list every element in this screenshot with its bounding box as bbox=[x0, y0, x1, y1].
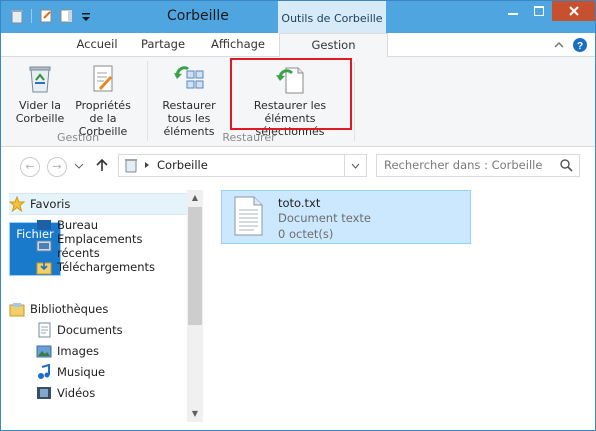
back-button[interactable]: ← bbox=[20, 157, 40, 177]
restore-all-icon bbox=[174, 66, 204, 89]
breadcrumb-location[interactable]: Corbeille bbox=[157, 158, 208, 172]
tab-manage[interactable]: Gestion bbox=[279, 33, 388, 58]
nav-item-recent[interactable]: Emplacements récents bbox=[36, 232, 187, 260]
explorer-window: Corbeille Outils de Corbeille Fichier Ac… bbox=[0, 0, 596, 431]
file-item[interactable]: toto.txt Document texte 0 octet(s) bbox=[221, 190, 471, 244]
recycle-bin-small-icon[interactable] bbox=[9, 8, 25, 24]
navigation-scrollbar[interactable]: ▲ ▼ bbox=[187, 190, 203, 422]
forward-button[interactable]: → bbox=[47, 157, 67, 177]
bin-properties-button[interactable]: Propriétés de la Corbeille bbox=[67, 63, 139, 138]
breadcrumb-chevron-icon[interactable] bbox=[144, 161, 150, 169]
search-input[interactable]: Rechercher dans : Corbeille bbox=[384, 158, 542, 172]
minimize-button[interactable] bbox=[500, 1, 526, 21]
text-file-icon bbox=[234, 196, 263, 236]
star-icon bbox=[8, 195, 26, 213]
chevron-down-icon bbox=[351, 163, 360, 169]
nav-item-documents[interactable]: Documents bbox=[36, 320, 187, 340]
restore-all-button[interactable]: Restaurer tous les éléments bbox=[149, 63, 229, 138]
ribbon: Vider la Corbeille Propriétés de la Corb… bbox=[1, 57, 595, 147]
libraries-icon bbox=[9, 301, 25, 317]
up-arrow-icon[interactable] bbox=[95, 158, 109, 172]
qat-separator bbox=[31, 9, 32, 23]
nav-label: Emplacements récents bbox=[57, 232, 143, 260]
scrollbar-thumb[interactable] bbox=[188, 207, 202, 325]
ribbon-tabs: Fichier Accueil Partage Affichage Gestio… bbox=[1, 33, 595, 276]
tab-share[interactable]: Partage bbox=[133, 33, 193, 56]
pictures-icon bbox=[36, 343, 52, 359]
nav-item-downloads[interactable]: Téléchargements bbox=[36, 257, 187, 277]
maximize-button[interactable] bbox=[526, 1, 552, 21]
documents-icon bbox=[36, 322, 52, 338]
file-type: Document texte bbox=[278, 211, 372, 225]
nav-label: Bibliothèques bbox=[30, 302, 109, 316]
customize-qat-icon[interactable] bbox=[80, 8, 92, 24]
contextual-tab-title: Outils de Corbeille bbox=[278, 1, 386, 33]
nav-item-videos[interactable]: Vidéos bbox=[36, 383, 187, 403]
quick-access-toolbar bbox=[9, 8, 92, 24]
empty-bin-label: Vider la Corbeille bbox=[15, 99, 65, 125]
properties-small-icon[interactable] bbox=[38, 8, 54, 24]
file-name: toto.txt bbox=[278, 196, 321, 210]
maximize-icon bbox=[534, 6, 544, 16]
group-separator bbox=[354, 61, 355, 141]
close-icon bbox=[568, 6, 579, 16]
search-icon[interactable] bbox=[560, 159, 573, 172]
nav-item-libraries[interactable]: Bibliothèques bbox=[9, 299, 187, 319]
window-controls bbox=[500, 1, 595, 21]
navigation-bar: ← → Corbeille Rechercher dans : Corbeill… bbox=[1, 147, 595, 183]
tab-view[interactable]: Affichage bbox=[201, 33, 275, 56]
scroll-down-arrow-icon[interactable]: ▼ bbox=[187, 406, 203, 422]
group-label-restore: Restaurer bbox=[222, 131, 276, 144]
scroll-up-arrow-icon[interactable]: ▲ bbox=[187, 190, 203, 206]
ribbon-tab-icons: ? bbox=[553, 38, 587, 52]
group-label-manage: Gestion bbox=[56, 131, 100, 144]
recycle-bin-small-icon bbox=[125, 159, 137, 173]
minimize-icon bbox=[508, 13, 518, 15]
highlight-box bbox=[230, 58, 352, 130]
address-dropdown-button[interactable] bbox=[344, 154, 367, 177]
recent-places-icon bbox=[36, 238, 52, 254]
videos-icon bbox=[36, 385, 52, 401]
nav-label: Documents bbox=[57, 323, 123, 337]
close-button[interactable] bbox=[552, 1, 595, 21]
address-bar[interactable]: Corbeille bbox=[118, 154, 367, 177]
search-box[interactable]: Rechercher dans : Corbeille bbox=[376, 154, 580, 177]
music-icon bbox=[36, 363, 52, 380]
navigation-pane: Favoris Bureau Emplacements récents Télé… bbox=[8, 190, 187, 422]
recent-locations-chevron-icon[interactable] bbox=[74, 163, 84, 171]
file-size: 0 octet(s) bbox=[278, 227, 334, 241]
new-folder-small-icon[interactable] bbox=[59, 8, 75, 24]
nav-label: Téléchargements bbox=[57, 260, 156, 274]
svg-text:?: ? bbox=[577, 41, 583, 52]
nav-item-favorites[interactable]: Favoris bbox=[8, 193, 187, 215]
desktop-icon bbox=[36, 217, 52, 233]
nav-label: Musique bbox=[57, 365, 106, 379]
nav-item-pictures[interactable]: Images bbox=[36, 341, 187, 361]
empty-bin-button[interactable]: Vider la Corbeille bbox=[15, 63, 65, 125]
nav-label: Vidéos bbox=[57, 386, 96, 400]
help-icon[interactable]: ? bbox=[573, 38, 587, 52]
recycle-bin-icon bbox=[29, 66, 51, 93]
window-title: Corbeille bbox=[167, 8, 229, 24]
nav-item-music[interactable]: Musique bbox=[36, 362, 187, 382]
tab-home[interactable]: Accueil bbox=[67, 33, 127, 56]
nav-label: Images bbox=[57, 344, 100, 358]
title-bar: Corbeille Outils de Corbeille bbox=[1, 1, 595, 33]
properties-icon bbox=[93, 65, 113, 92]
downloads-icon bbox=[36, 259, 52, 275]
group-separator bbox=[147, 61, 148, 141]
chevron-up-icon[interactable] bbox=[553, 39, 565, 51]
nav-label: Bureau bbox=[57, 218, 99, 232]
nav-label: Favoris bbox=[30, 197, 71, 211]
